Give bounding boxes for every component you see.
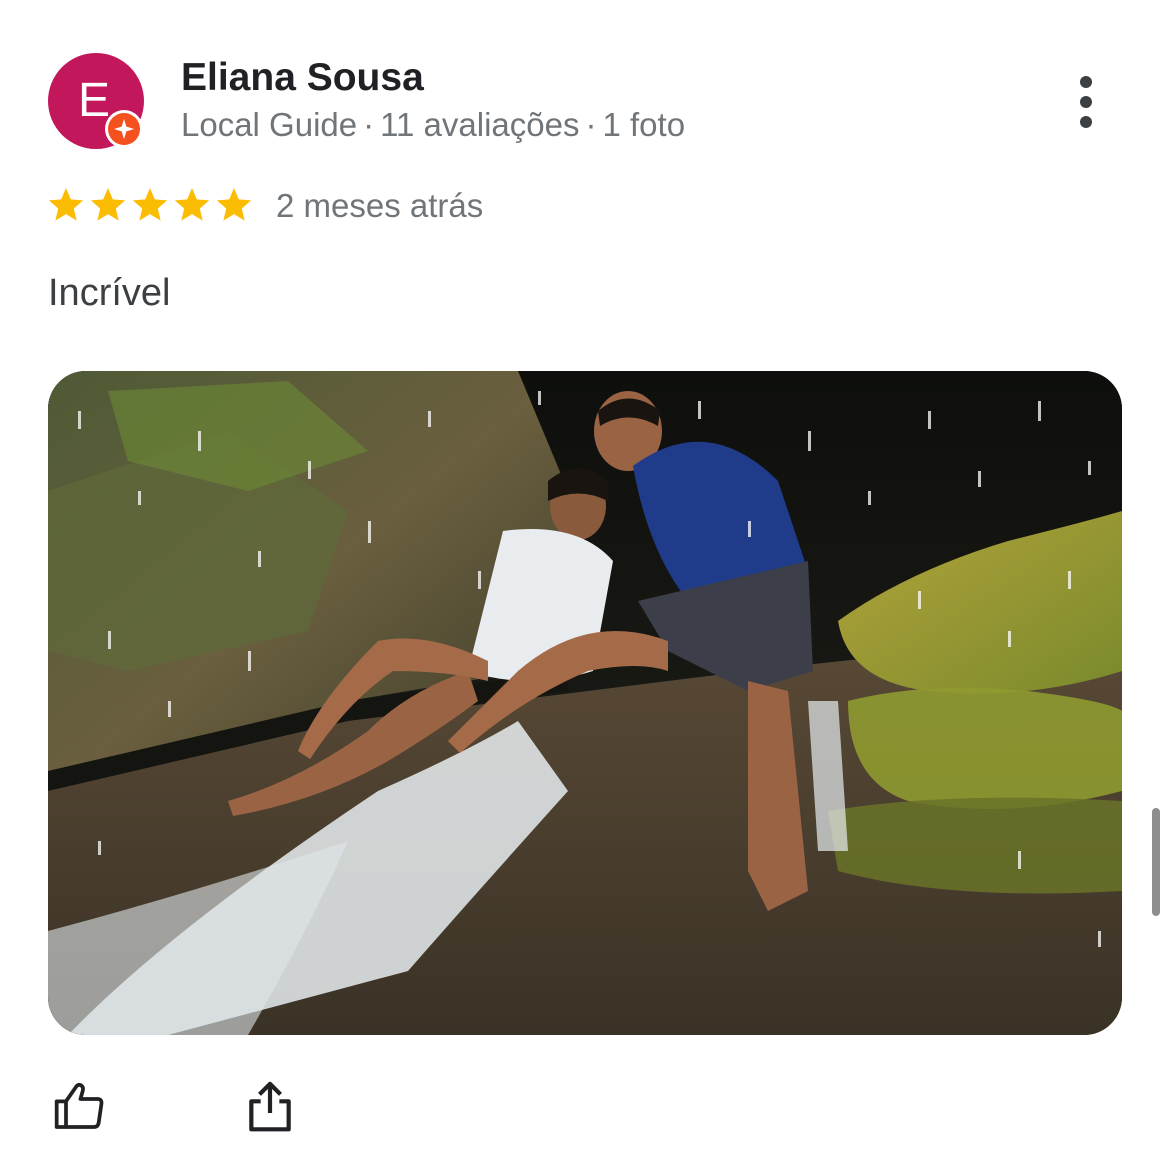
meta-separator: · [363, 106, 375, 143]
more-dot [1080, 76, 1092, 88]
more-dot [1080, 116, 1092, 128]
share-icon [249, 1081, 291, 1132]
photo-count: 1 foto [602, 106, 686, 143]
star-icon [216, 188, 252, 221]
thumb-up-icon [54, 1082, 104, 1129]
local-guide-badge-icon [105, 110, 143, 148]
review-date: 2 meses atrás [276, 187, 484, 224]
review-photo[interactable] [48, 371, 1122, 1035]
star-icon [90, 188, 126, 221]
review-card: E Eliana Sousa Local Guide · 11 avaliações… [0, 0, 1170, 1176]
like-button[interactable] [48, 1074, 112, 1138]
waterfall-photo-illustration [48, 371, 1122, 1035]
reviewer-name[interactable]: Eliana Sousa [181, 56, 424, 100]
review-text: Incrível [48, 272, 171, 314]
avatar-initial: E [77, 73, 110, 127]
more-vert-icon[interactable] [1062, 70, 1110, 134]
star-icon [174, 188, 210, 221]
reviewer-meta: Local Guide · 11 avaliações · 1 foto [181, 106, 685, 144]
review-count: 11 avaliações [380, 106, 580, 143]
share-button[interactable] [238, 1074, 302, 1138]
local-guide-label: Local Guide [181, 106, 358, 143]
meta-separator: · [585, 106, 597, 143]
star-icon [132, 188, 168, 221]
star-rating [46, 185, 254, 225]
more-dot [1080, 96, 1092, 108]
scrollbar-thumb[interactable] [1152, 808, 1160, 916]
star-icon [48, 188, 84, 221]
